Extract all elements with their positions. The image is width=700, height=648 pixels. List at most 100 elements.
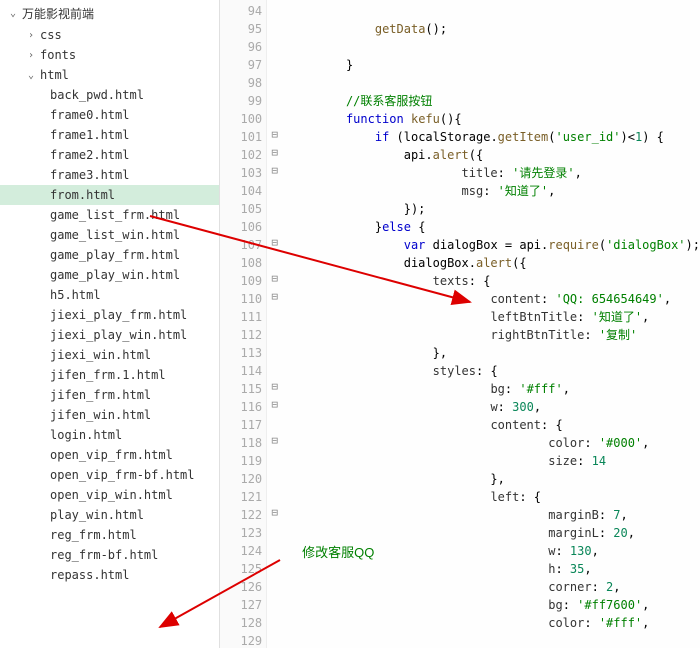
tree-file[interactable]: open_vip_frm.html	[0, 445, 219, 465]
fold-marker[interactable]	[267, 558, 282, 576]
code-line[interactable]: marginB: 7,	[288, 506, 700, 524]
tree-root[interactable]: ⌄ 万能影视前端	[0, 2, 219, 25]
tree-file[interactable]: from.html	[0, 185, 219, 205]
tree-file[interactable]: game_play_frm.html	[0, 245, 219, 265]
tree-file[interactable]: game_list_win.html	[0, 225, 219, 245]
fold-marker[interactable]: ⊟	[267, 396, 282, 414]
code-line[interactable]: w: 300,	[288, 398, 700, 416]
code-area[interactable]: getData(); } //联系客服按钮 function kefu(){ i…	[282, 0, 700, 648]
fold-marker[interactable]	[267, 576, 282, 594]
code-line[interactable]: }else {	[288, 218, 700, 236]
code-line[interactable]: left: {	[288, 488, 700, 506]
fold-marker[interactable]	[267, 54, 282, 72]
code-line[interactable]: h: 35,	[288, 560, 700, 578]
fold-marker[interactable]	[267, 324, 282, 342]
code-line[interactable]: var dialogBox = api.require('dialogBox')…	[288, 236, 700, 254]
code-line[interactable]: corner: 2,	[288, 578, 700, 596]
fold-marker[interactable]	[267, 594, 282, 612]
tree-file[interactable]: frame1.html	[0, 125, 219, 145]
code-line[interactable]: marginL: 20,	[288, 524, 700, 542]
code-line[interactable]: getData();	[288, 20, 700, 38]
fold-marker[interactable]: ⊟	[267, 144, 282, 162]
fold-column[interactable]: ⊟⊟⊟⊟⊟⊟⊟⊟⊟⊟	[267, 0, 282, 648]
code-line[interactable]	[288, 2, 700, 20]
code-line[interactable]: size: 14	[288, 452, 700, 470]
fold-marker[interactable]	[267, 306, 282, 324]
code-line[interactable]: bg: '#fff',	[288, 380, 700, 398]
fold-marker[interactable]	[267, 450, 282, 468]
code-line[interactable]: },	[288, 344, 700, 362]
code-line[interactable]: color: '#fff',	[288, 614, 700, 632]
fold-marker[interactable]: ⊟	[267, 270, 282, 288]
code-line[interactable]	[288, 38, 700, 56]
tree-folder-html[interactable]: ⌄html	[0, 65, 219, 85]
code-line[interactable]	[288, 74, 700, 92]
fold-marker[interactable]: ⊟	[267, 432, 282, 450]
tree-folder-css[interactable]: ›css	[0, 25, 219, 45]
fold-marker[interactable]: ⊟	[267, 234, 282, 252]
code-line[interactable]: leftBtnTitle: '知道了',	[288, 308, 700, 326]
tree-file[interactable]: game_play_win.html	[0, 265, 219, 285]
file-tree-sidebar[interactable]: ⌄ 万能影视前端 ›css›fonts⌄html back_pwd.htmlfr…	[0, 0, 220, 648]
fold-marker[interactable]	[267, 72, 282, 90]
tree-file[interactable]: frame2.html	[0, 145, 219, 165]
tree-file[interactable]: jiexi_play_frm.html	[0, 305, 219, 325]
fold-marker[interactable]: ⊟	[267, 288, 282, 306]
code-line[interactable]: });	[288, 200, 700, 218]
fold-marker[interactable]	[267, 630, 282, 648]
tree-file[interactable]: login.html	[0, 425, 219, 445]
fold-marker[interactable]: ⊟	[267, 162, 282, 180]
code-line[interactable]: api.alert({	[288, 146, 700, 164]
fold-marker[interactable]	[267, 522, 282, 540]
tree-file[interactable]: back_pwd.html	[0, 85, 219, 105]
tree-file[interactable]: reg_frm-bf.html	[0, 545, 219, 565]
code-line[interactable]: content: {	[288, 416, 700, 434]
fold-marker[interactable]	[267, 90, 282, 108]
fold-marker[interactable]	[267, 0, 282, 18]
fold-marker[interactable]	[267, 414, 282, 432]
code-line[interactable]: function kefu(){	[288, 110, 700, 128]
code-line[interactable]: }	[288, 56, 700, 74]
fold-marker[interactable]	[267, 18, 282, 36]
tree-file[interactable]: open_vip_win.html	[0, 485, 219, 505]
fold-marker[interactable]	[267, 108, 282, 126]
fold-marker[interactable]	[267, 540, 282, 558]
code-line[interactable]: title: '请先登录',	[288, 164, 700, 182]
fold-marker[interactable]	[267, 342, 282, 360]
code-line[interactable]: if (localStorage.getItem('user_id')<1) {	[288, 128, 700, 146]
tree-file[interactable]: open_vip_frm-bf.html	[0, 465, 219, 485]
tree-file[interactable]: jifen_frm.html	[0, 385, 219, 405]
tree-file[interactable]: frame0.html	[0, 105, 219, 125]
fold-marker[interactable]	[267, 198, 282, 216]
fold-marker[interactable]: ⊟	[267, 504, 282, 522]
tree-file[interactable]: jifen_win.html	[0, 405, 219, 425]
tree-file[interactable]: jiexi_win.html	[0, 345, 219, 365]
code-line[interactable]: texts: {	[288, 272, 700, 290]
fold-marker[interactable]: ⊟	[267, 378, 282, 396]
tree-file[interactable]: frame3.html	[0, 165, 219, 185]
code-line[interactable]: msg: '知道了',	[288, 182, 700, 200]
code-line[interactable]: },	[288, 470, 700, 488]
fold-marker[interactable]	[267, 216, 282, 234]
fold-marker[interactable]	[267, 468, 282, 486]
fold-marker[interactable]	[267, 252, 282, 270]
tree-file[interactable]: reg_frm.html	[0, 525, 219, 545]
code-line[interactable]: //联系客服按钮	[288, 92, 700, 110]
code-line[interactable]: rightBtnTitle: '复制'	[288, 326, 700, 344]
fold-marker[interactable]	[267, 486, 282, 504]
fold-marker[interactable]: ⊟	[267, 126, 282, 144]
fold-marker[interactable]	[267, 360, 282, 378]
code-editor[interactable]: 9495969798991001011021031041051061071081…	[220, 0, 700, 648]
tree-file[interactable]: jiexi_play_win.html	[0, 325, 219, 345]
code-line[interactable]: dialogBox.alert({	[288, 254, 700, 272]
code-line[interactable]: styles: {	[288, 362, 700, 380]
code-line[interactable]: bg: '#ff7600',	[288, 596, 700, 614]
tree-file[interactable]: jifen_frm.1.html	[0, 365, 219, 385]
tree-file[interactable]: play_win.html	[0, 505, 219, 525]
tree-folder-fonts[interactable]: ›fonts	[0, 45, 219, 65]
fold-marker[interactable]	[267, 612, 282, 630]
fold-marker[interactable]	[267, 180, 282, 198]
fold-marker[interactable]	[267, 36, 282, 54]
tree-file[interactable]: game_list_frm.html	[0, 205, 219, 225]
code-line[interactable]: color: '#000',	[288, 434, 700, 452]
